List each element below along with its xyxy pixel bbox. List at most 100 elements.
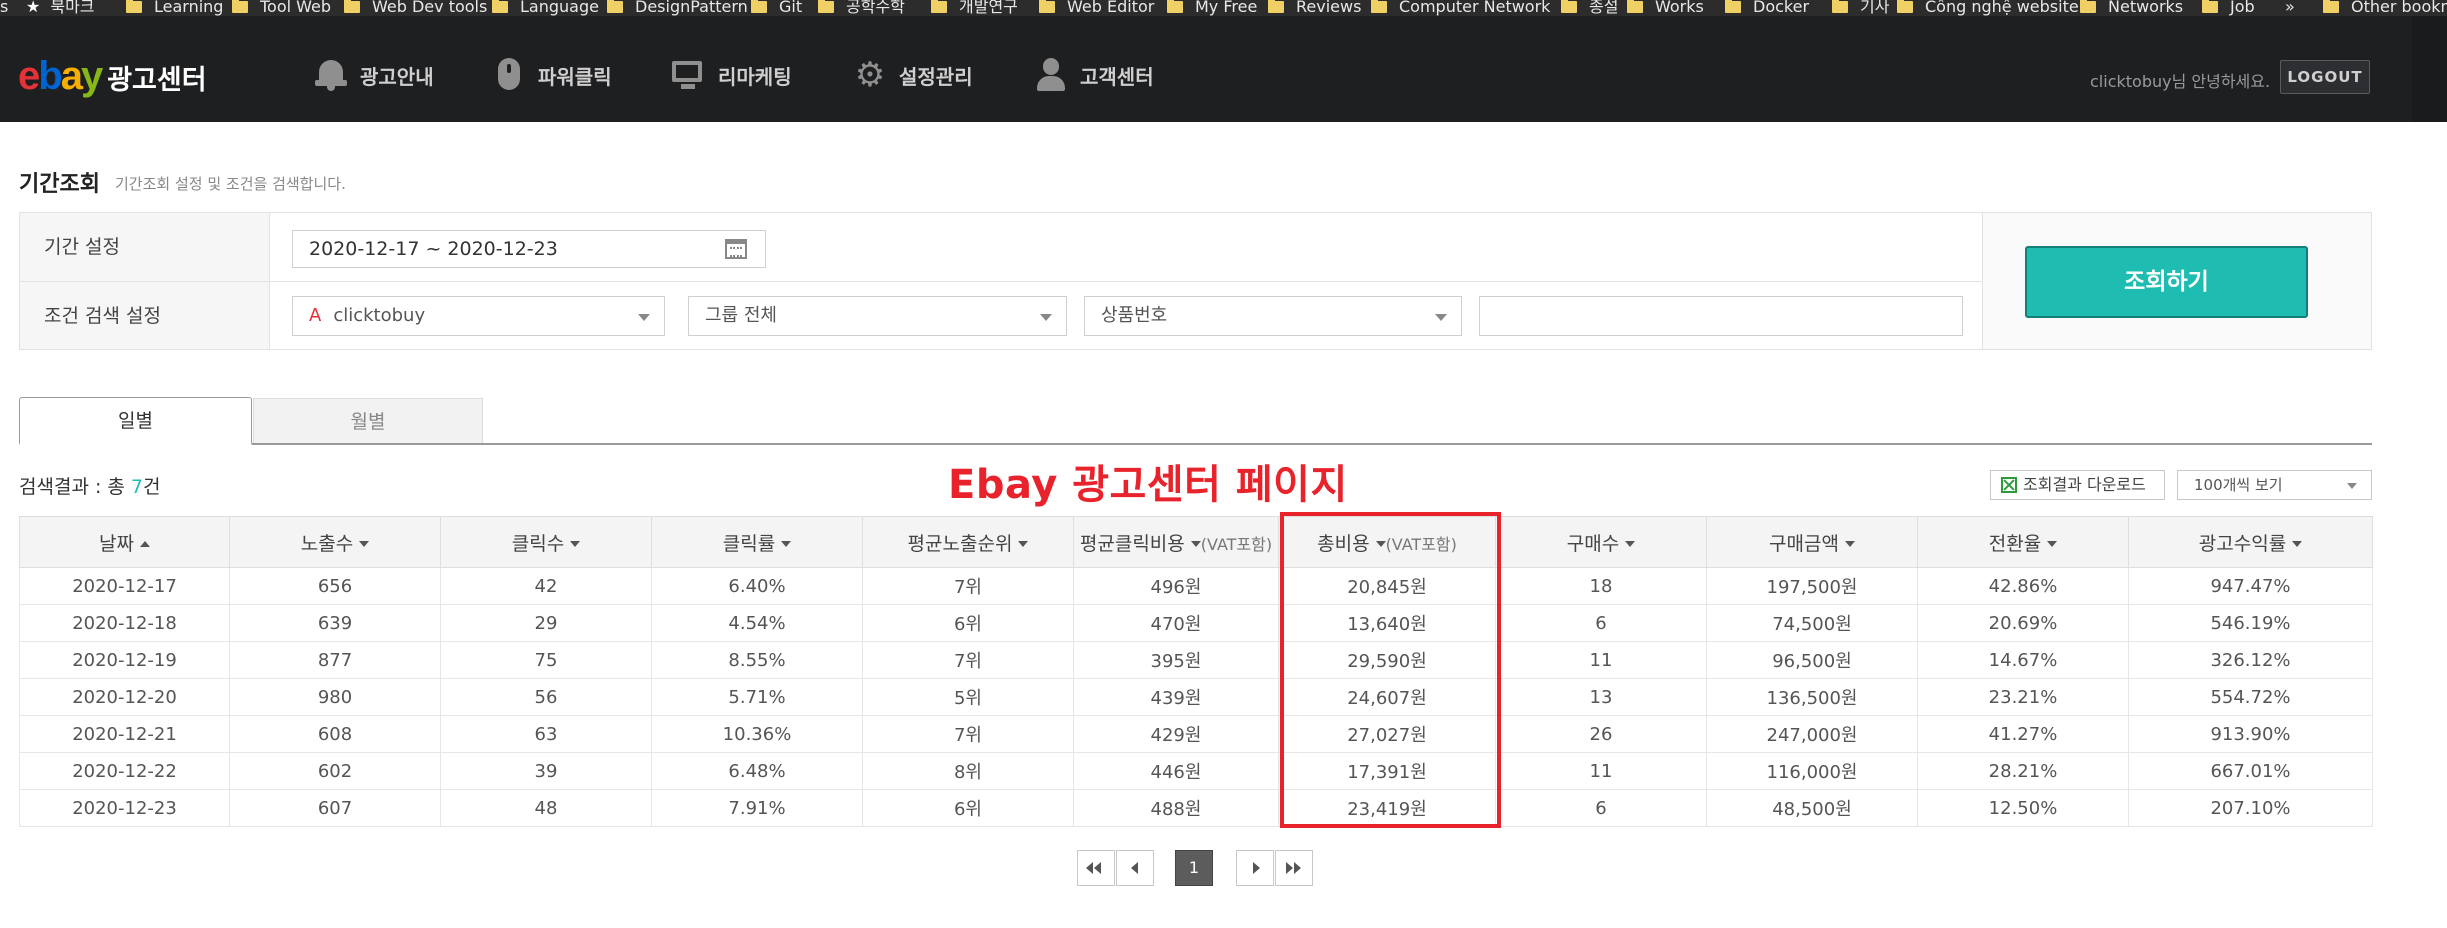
column-header[interactable]: 날짜 [19, 516, 230, 568]
group-select-value: 그룹 전체 [705, 305, 777, 326]
prev-page-icon[interactable] [1116, 850, 1154, 886]
column-header[interactable]: 평균클릭비용 (VAT포함) [1073, 516, 1279, 568]
first-page-icon[interactable] [1077, 850, 1115, 886]
column-header[interactable]: 평균노출순위 [862, 516, 1074, 568]
result-count-number: 7 [130, 476, 144, 498]
column-header[interactable]: 구매금액 [1706, 516, 1918, 568]
bookmark-item[interactable]: ★ 북마크 [26, 0, 95, 15]
column-header-label: 구매수 [1566, 532, 1620, 555]
nav-customer-center[interactable]: 고객센터 [1034, 58, 1154, 92]
bookmark-folder[interactable]: My Free [1167, 0, 1258, 16]
chevron-down-icon [1435, 314, 1447, 321]
folder-icon [1627, 0, 1643, 13]
bookmark-folder[interactable]: Computer Network [1371, 0, 1550, 15]
sort-asc-icon [139, 541, 150, 547]
bookmark-folder[interactable]: Web Dev tools [344, 0, 487, 15]
header-edge [2412, 16, 2447, 122]
tab-monthly[interactable]: 월별 [253, 398, 483, 443]
bookmark-folder[interactable]: Job [2202, 0, 2255, 15]
bookmark-folder[interactable]: Networks [2080, 0, 2183, 15]
column-header[interactable]: 노출수 [229, 516, 441, 568]
bookmark-folder[interactable]: Web Editor [1039, 0, 1154, 15]
table-header-row: 날짜 노출수 클릭수 클릭률 평균노출순위 평균클릭비용 (VAT포함) 총비용 (VAT포함)… [19, 516, 2373, 568]
bookmark-folder[interactable]: Reviews [1268, 0, 1361, 15]
table-cell: 2020-12-17 [19, 567, 230, 605]
bookmark-folder[interactable]: 공학수학 [818, 0, 905, 16]
nav-power-click[interactable]: 파워클릭 [492, 58, 612, 92]
column-header[interactable]: 전환율 [1917, 516, 2129, 568]
nav-remarketing[interactable]: 리마케팅 [672, 58, 792, 92]
table-cell: 439원 [1073, 678, 1279, 716]
download-results-button[interactable]: 조회결과 다운로드 [1990, 470, 2165, 500]
column-header-label: 광고수익률 [2198, 532, 2287, 555]
query-button[interactable]: 조회하기 [2025, 246, 2308, 318]
bookmark-folder[interactable]: Other bookmarks [2323, 0, 2447, 15]
table-row: 2020-12-17 656 42 6.40% 7위 496원 20,845원 18 197,5… [19, 567, 2373, 605]
column-header-label: 클릭률 [722, 532, 776, 555]
bookmark-folder[interactable]: Docker [1725, 0, 1809, 15]
column-header-label: 전환율 [1988, 532, 2042, 555]
account-type-icon: A [309, 305, 322, 326]
bookmark-overflow[interactable]: » [2285, 0, 2295, 15]
keyword-input[interactable] [1479, 296, 1963, 336]
bookmark-folder[interactable]: Learning [126, 0, 223, 15]
logo[interactable]: ebay 광고센터 [18, 56, 207, 97]
column-header[interactable]: 총비용 (VAT포함) [1278, 516, 1496, 568]
bookmark-folder[interactable]: 개발연구 [931, 0, 1018, 15]
table-cell: 4.54% [651, 604, 863, 642]
column-header-note: (VAT포함) [1200, 534, 1273, 554]
bookmark-label: My Free [1195, 0, 1258, 16]
table-cell: 116,000원 [1706, 752, 1918, 790]
table-cell: 8위 [862, 752, 1074, 790]
folder-icon [751, 0, 767, 13]
table-cell: 470원 [1073, 604, 1279, 642]
table-cell: 13,640원 [1278, 604, 1496, 642]
bookmark-folder[interactable]: DesignPattern [607, 0, 748, 15]
product-select[interactable]: 상품번호 [1084, 296, 1462, 336]
bookmark-folder[interactable]: 종설 [1561, 0, 1619, 16]
next-page-icon[interactable] [1236, 850, 1274, 886]
folder-icon [1725, 0, 1741, 13]
column-header[interactable]: 클릭수 [440, 516, 652, 568]
bookmark-folder[interactable]: Git [751, 0, 802, 15]
per-page-select[interactable]: 100개씩 보기 [2177, 470, 2372, 500]
bookmark-folder[interactable]: 기사 [1832, 0, 1889, 15]
table-cell: 429원 [1073, 715, 1279, 753]
table-cell: 27,027원 [1278, 715, 1496, 753]
bookmark-folder[interactable]: Công nghệ website [1897, 0, 2079, 15]
table-cell: 48,500원 [1706, 789, 1918, 827]
account-select-value: clicktobuy [333, 305, 426, 326]
column-header-label: 평균클릭비용 [1079, 532, 1185, 555]
sort-desc-icon [1375, 541, 1386, 547]
calendar-icon[interactable] [725, 239, 747, 259]
bell-icon [314, 58, 348, 92]
account-select[interactable]: Aclicktobuy [292, 296, 665, 336]
table-cell: 947.47% [2128, 567, 2373, 605]
bookmark-item[interactable]: s [0, 0, 8, 15]
last-page-icon[interactable] [1275, 850, 1313, 886]
bookmark-label: 공학수학 [846, 0, 905, 16]
bookmark-folder[interactable]: Tool Web [232, 0, 331, 15]
sort-desc-icon [359, 541, 370, 547]
folder-icon [1561, 0, 1577, 13]
logout-button[interactable]: LOGOUT [2280, 60, 2370, 94]
nav-label: 파워클릭 [538, 64, 612, 89]
table-cell: 877 [229, 641, 441, 679]
group-select[interactable]: 그룹 전체 [688, 296, 1067, 336]
tab-daily[interactable]: 일별 [19, 397, 252, 445]
sort-desc-icon [2047, 541, 2058, 547]
table-cell: 2020-12-22 [19, 752, 230, 790]
bookmark-label: 종설 [1589, 0, 1619, 16]
column-header[interactable]: 광고수익률 [2128, 516, 2373, 568]
column-header[interactable]: 클릭률 [651, 516, 863, 568]
nav-ad-guide[interactable]: 광고안내 [314, 58, 434, 92]
folder-icon [2202, 0, 2218, 13]
annotation-caption: Ebay 광고센터 페이지 [948, 462, 1348, 508]
table-cell: 602 [229, 752, 441, 790]
page-number-current[interactable]: 1 [1175, 850, 1213, 886]
date-range-input[interactable]: 2020-12-17 ~ 2020-12-23 [292, 230, 766, 268]
bookmark-folder[interactable]: Works [1627, 0, 1704, 15]
bookmark-folder[interactable]: Language [492, 0, 599, 15]
nav-settings[interactable]: ⚙ 설정관리 [853, 58, 973, 92]
column-header[interactable]: 구매수 [1495, 516, 1707, 568]
